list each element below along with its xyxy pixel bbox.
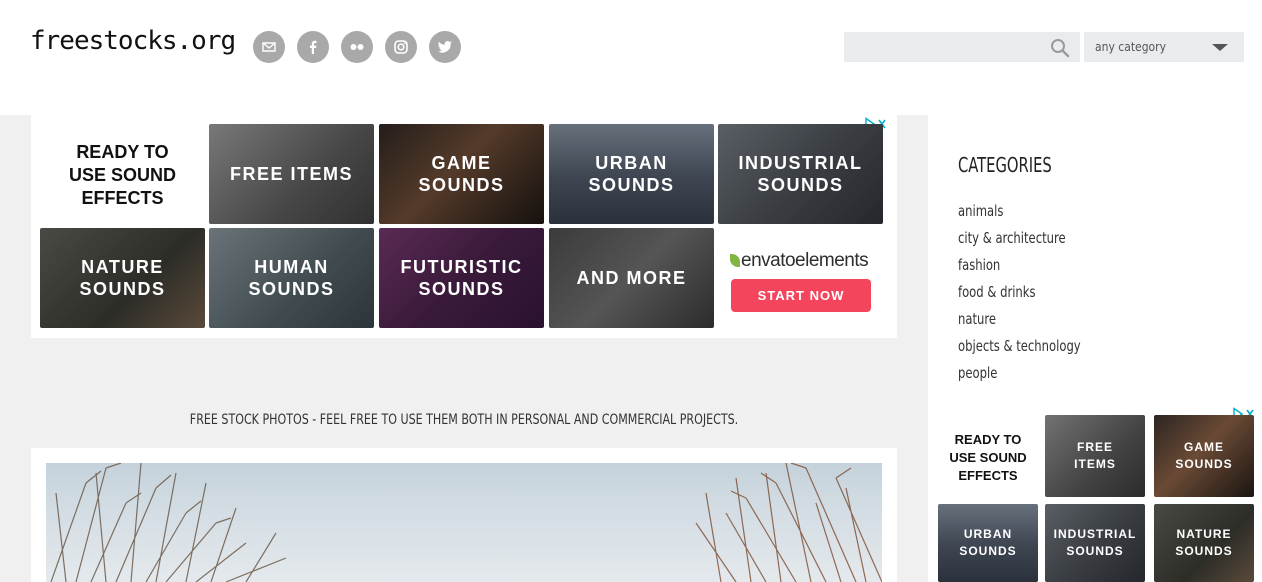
tile-label: SOUNDS xyxy=(418,279,505,299)
start-now-button[interactable]: START NOW xyxy=(731,279,871,312)
flickr-icon[interactable] xyxy=(341,31,373,63)
side-ad-tile-urban-sounds[interactable]: URBAN SOUNDS xyxy=(938,504,1038,582)
side-ad-tile-game-sounds[interactable]: GAME SOUNDS xyxy=(1154,415,1254,497)
tile-label: INDUSTRIAL xyxy=(738,153,863,173)
category-select-value: any category xyxy=(1095,40,1166,54)
categories-title: CATEGORIES xyxy=(958,153,1052,177)
envato-logo: envatoelements xyxy=(730,250,869,272)
tile-label: SOUNDS xyxy=(588,175,675,195)
ad-headline-line: READY TO xyxy=(954,432,1022,447)
ad-headline: READY TO USE SOUND EFFECTS xyxy=(40,141,205,210)
site-logo[interactable]: freestocks.org xyxy=(30,26,236,56)
envato-leaf-icon xyxy=(730,254,740,267)
twitter-icon[interactable] xyxy=(429,31,461,63)
instagram-icon[interactable] xyxy=(385,31,417,63)
category-link-fashion[interactable]: fashion xyxy=(958,256,1000,274)
tile-label: AND MORE xyxy=(576,268,687,288)
ad-tile-free-items[interactable]: FREE ITEMS xyxy=(209,124,374,224)
search-input[interactable] xyxy=(844,32,1044,62)
ad-headline-line: EFFECTS xyxy=(81,188,164,208)
ad-tile-futuristic-sounds[interactable]: FUTURISTIC SOUNDS xyxy=(379,228,544,328)
page-tagline: FREE STOCK PHOTOS - FEEL FREE TO USE THE… xyxy=(189,412,739,428)
category-link-people[interactable]: people xyxy=(958,364,997,382)
category-link-nature[interactable]: nature xyxy=(958,310,996,328)
category-link-animals[interactable]: animals xyxy=(958,202,1003,220)
envato-brand: envato xyxy=(741,250,796,271)
ad-tile-human-sounds[interactable]: HUMAN SOUNDS xyxy=(209,228,374,328)
ad-headline-line: USE SOUND xyxy=(68,165,176,185)
side-ad-headline: READY TO USE SOUND EFFECTS xyxy=(938,431,1038,485)
tile-label: SOUNDS xyxy=(418,175,505,195)
tile-label: GAME xyxy=(431,153,492,173)
category-link-city-architecture[interactable]: city & architecture xyxy=(958,229,1066,247)
tile-label: FREE ITEMS xyxy=(229,164,353,184)
tile-label: HUMAN xyxy=(254,257,329,277)
ad-tile-urban-sounds[interactable]: URBAN SOUNDS xyxy=(549,124,714,224)
envato-ad-block[interactable]: envatoelements START NOW xyxy=(718,228,884,328)
tile-label: URBAN xyxy=(595,153,668,173)
tile-label: ITEMS xyxy=(1074,457,1116,471)
envato-brand-suffix: elements xyxy=(795,250,869,271)
ad-headline-line: USE SOUND xyxy=(949,450,1027,465)
tile-label: SOUNDS xyxy=(1066,544,1124,558)
category-link-objects-technology[interactable]: objects & technology xyxy=(958,337,1081,355)
chevron-down-icon xyxy=(1212,44,1228,51)
category-select[interactable]: any category xyxy=(1084,32,1244,62)
category-link-food-drinks[interactable]: food & drinks xyxy=(958,283,1036,301)
search-icon[interactable] xyxy=(1050,38,1070,58)
tile-label: INDUSTRIAL xyxy=(1053,527,1137,541)
tile-label: SOUNDS xyxy=(79,279,166,299)
tile-label: SOUNDS xyxy=(959,544,1017,558)
tile-label: FUTURISTIC xyxy=(400,257,523,277)
site-header: freestocks.org any category xyxy=(0,0,1262,115)
branches-illustration xyxy=(50,463,882,582)
tile-label: SOUNDS xyxy=(1175,544,1233,558)
ad-headline-line: READY TO xyxy=(76,142,169,162)
side-ad-tile-nature-sounds[interactable]: NATURE SOUNDS xyxy=(1154,504,1254,582)
mail-icon[interactable] xyxy=(253,31,285,63)
tile-label: FREE xyxy=(1076,440,1113,454)
search-box xyxy=(844,32,1080,62)
side-ad-tile-industrial-sounds[interactable]: INDUSTRIAL SOUNDS xyxy=(1045,504,1145,582)
tile-label: URBAN xyxy=(963,527,1013,541)
side-ad-tile-free-items[interactable]: FREE ITEMS xyxy=(1045,415,1145,497)
stock-photo[interactable] xyxy=(46,463,882,582)
ad-tile-nature-sounds[interactable]: NATURE SOUNDS xyxy=(40,228,205,328)
tile-label: SOUNDS xyxy=(248,279,335,299)
ad-headline-line: EFFECTS xyxy=(958,468,1018,483)
ad-tile-industrial-sounds[interactable]: INDUSTRIAL SOUNDS xyxy=(718,124,883,224)
ad-tile-and-more[interactable]: AND MORE xyxy=(549,228,714,328)
tile-label: NATURE xyxy=(81,257,164,277)
facebook-icon[interactable] xyxy=(297,31,329,63)
tile-label: SOUNDS xyxy=(757,175,844,195)
tile-label: GAME xyxy=(1184,440,1224,454)
ad-tile-game-sounds[interactable]: GAME SOUNDS xyxy=(379,124,544,224)
tile-label: SOUNDS xyxy=(1175,457,1233,471)
photo-card xyxy=(31,448,897,582)
tile-label: NATURE xyxy=(1176,527,1232,541)
